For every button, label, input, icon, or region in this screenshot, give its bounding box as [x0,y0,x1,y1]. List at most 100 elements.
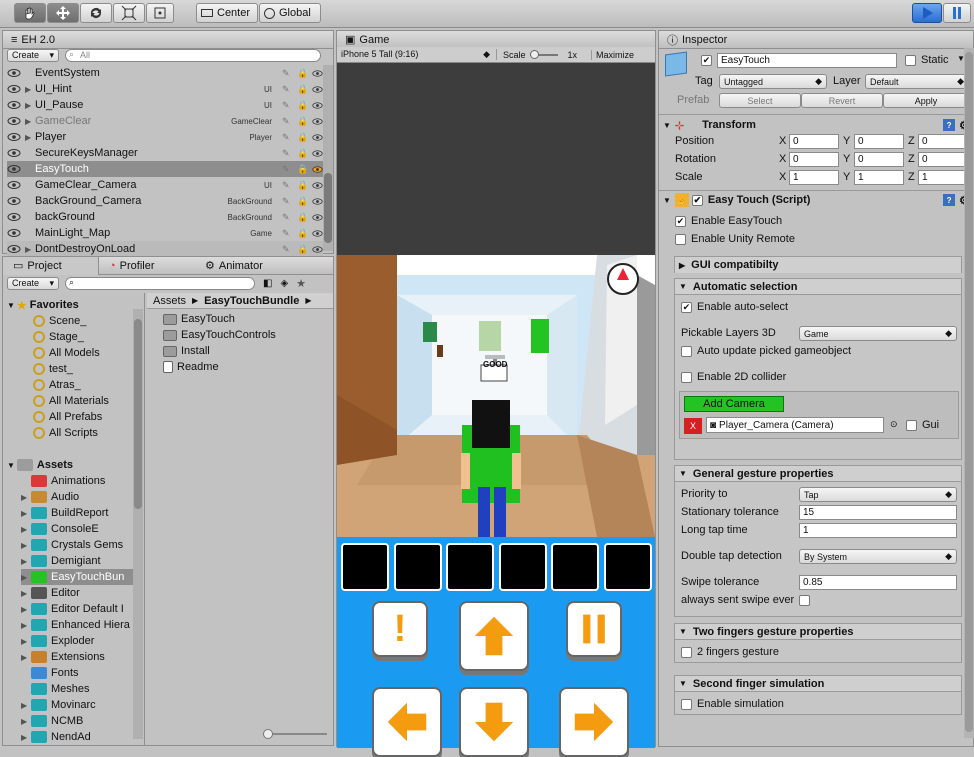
inventory-slot[interactable] [446,543,494,591]
chevron-right-icon[interactable]: ▶ [21,621,31,630]
tab-profiler[interactable]: ◔ Profiler [99,257,195,275]
tab-project[interactable]: ▭ Project [3,256,99,275]
move-tool-button[interactable] [47,3,79,23]
object-picker-icon[interactable]: ⊙ [890,419,898,430]
favorites-header[interactable]: ▼ ★ Favorites [7,297,79,313]
enable-2d-row[interactable]: Enable 2D collider [681,371,786,383]
slider-handle[interactable] [263,729,273,739]
pencil-icon[interactable]: ✎ [282,228,293,239]
eye-icon[interactable] [312,148,323,159]
two-fingers-checkbox[interactable] [681,646,692,658]
add-camera-button[interactable]: Add Camera [684,396,784,412]
favorite-item[interactable]: test_ [33,361,73,377]
pencil-icon[interactable]: ✎ [282,148,293,159]
lock-icon[interactable]: 🔒 [297,148,308,159]
gui-compat-header[interactable]: ▶ GUI compatibilty [675,257,961,273]
aspect-dropdown[interactable]: iPhone 5 Tall (9:16) ◆ [337,49,497,60]
asset-folder-item[interactable]: ▶ Audio [21,489,133,505]
enable-auto-select-checkbox[interactable]: ✔ [681,301,692,313]
pencil-icon[interactable]: ✎ [282,180,293,191]
help-icon[interactable]: ? [943,119,956,131]
tab-animator[interactable]: ⚙ Animator [195,257,291,275]
enable-2d-checkbox[interactable] [681,371,692,383]
inspector-scrollbar[interactable] [964,48,974,738]
prefab-apply-button[interactable]: Apply [883,93,969,108]
lock-icon[interactable]: 🔒 [297,116,308,127]
eye-icon[interactable] [312,116,323,127]
icon-size-slider[interactable] [263,729,327,739]
inventory-slot[interactable] [603,543,652,591]
pencil-icon[interactable]: ✎ [282,100,293,111]
game-scene[interactable]: GOOD [337,255,655,537]
chevron-right-icon[interactable]: ▶ [21,701,31,710]
favorite-item[interactable]: Scene_ [33,313,86,329]
lock-icon[interactable]: 🔒 [297,84,308,95]
pencil-icon[interactable]: ✎ [282,132,293,143]
transform-z-input[interactable]: 0 [918,134,968,149]
inventory-slot[interactable] [341,543,389,591]
chevron-right-icon[interactable]: ▶ [21,557,31,566]
asset-folder-item[interactable]: ▶ Exploder [21,633,133,649]
tree-scroll-thumb[interactable] [134,319,142,509]
pencil-icon[interactable]: ✎ [282,68,293,79]
favorite-item[interactable]: All Models [33,345,100,361]
pencil-icon[interactable]: ✎ [282,116,293,127]
lock-icon[interactable]: 🔒 [297,132,308,143]
hierarchy-row[interactable]: EasyTouch ✎ 🔒 [7,161,323,177]
lock-icon[interactable]: 🔒 [297,196,308,207]
general-gesture-header[interactable]: ▼ General gesture properties [675,466,961,482]
eye-icon[interactable] [312,228,323,239]
lock-icon[interactable]: 🔒 [297,212,308,223]
folder-content-item[interactable]: EasyTouchControls [163,327,276,343]
visibility-eye-icon[interactable] [7,98,21,112]
chevron-right-icon[interactable]: ▶ [21,733,31,742]
layer-dropdown[interactable]: Default ◆ [865,74,969,89]
hierarchy-row[interactable]: SecureKeysManager ✎ 🔒 [7,145,323,161]
asset-folder-item[interactable]: Animations [21,473,133,489]
visibility-eye-icon[interactable] [7,226,21,240]
two-fingers-header[interactable]: ▼ Two fingers gesture properties [675,624,961,640]
chevron-right-icon[interactable]: ▶ [21,493,31,502]
transform-z-input[interactable]: 1 [918,170,968,185]
hierarchy-row[interactable]: ▶ UI_Hint UI ✎ 🔒 [7,81,323,97]
asset-folder-item[interactable]: ▶ Demigiant [21,553,133,569]
enable-auto-select-row[interactable]: ✔ Enable auto-select [681,301,788,313]
folder-content-item[interactable]: Readme [163,359,219,375]
hierarchy-search-input[interactable]: ⌕ All [65,48,321,62]
breadcrumb-assets[interactable]: Assets [153,295,186,307]
visibility-eye-icon[interactable] [7,194,21,208]
chevron-right-icon[interactable]: ▶ [21,589,31,598]
eye-icon[interactable] [312,244,323,255]
pickable-layers-dropdown[interactable]: Game ◆ [799,326,957,341]
breadcrumb-easytouchbundle[interactable]: EasyTouchBundle [204,295,299,307]
eye-icon[interactable] [312,100,323,111]
favorite-item[interactable]: All Scripts [33,425,98,441]
hierarchy-row[interactable]: ▶ DontDestroyOnLoad ✎ 🔒 [7,241,323,257]
visibility-eye-icon[interactable] [7,178,21,192]
enable-easytouch-checkbox[interactable]: ✔ [675,215,686,227]
enable-unity-remote-checkbox[interactable] [675,233,686,245]
hierarchy-scroll-thumb[interactable] [324,173,332,243]
inventory-slot[interactable] [498,543,547,591]
hierarchy-create-dropdown[interactable]: Create ▾ [7,48,59,62]
eye-icon[interactable] [312,68,323,79]
asset-folder-item[interactable]: ▶ Extensions [21,649,133,665]
chevron-right-icon[interactable]: ▶ [25,245,35,254]
inventory-slot[interactable] [393,543,442,591]
chevron-right-icon[interactable]: ▶ [25,117,35,126]
favorite-item[interactable]: Atras_ [33,377,81,393]
chevron-right-icon[interactable]: ▶ [21,525,31,534]
automatic-selection-header[interactable]: ▼ Automatic selection [675,279,961,295]
hierarchy-row[interactable]: BackGround_Camera BackGround ✎ 🔒 [7,193,323,209]
pause-button[interactable] [943,3,971,23]
second-finger-header[interactable]: ▼ Second finger simulation [675,676,961,692]
hierarchy-row[interactable]: backGround BackGround ✎ 🔒 [7,209,323,225]
star-icon[interactable]: ★ [296,277,306,290]
project-search-input[interactable]: ⌕ [65,276,255,290]
inspector-tab[interactable]: ⓘ Inspector [659,31,973,49]
eye-icon[interactable] [312,212,323,223]
pencil-icon[interactable]: ✎ [282,196,293,207]
scale-slider[interactable] [529,49,558,59]
pause-game-button[interactable] [566,601,622,657]
visibility-eye-icon[interactable] [7,66,21,80]
